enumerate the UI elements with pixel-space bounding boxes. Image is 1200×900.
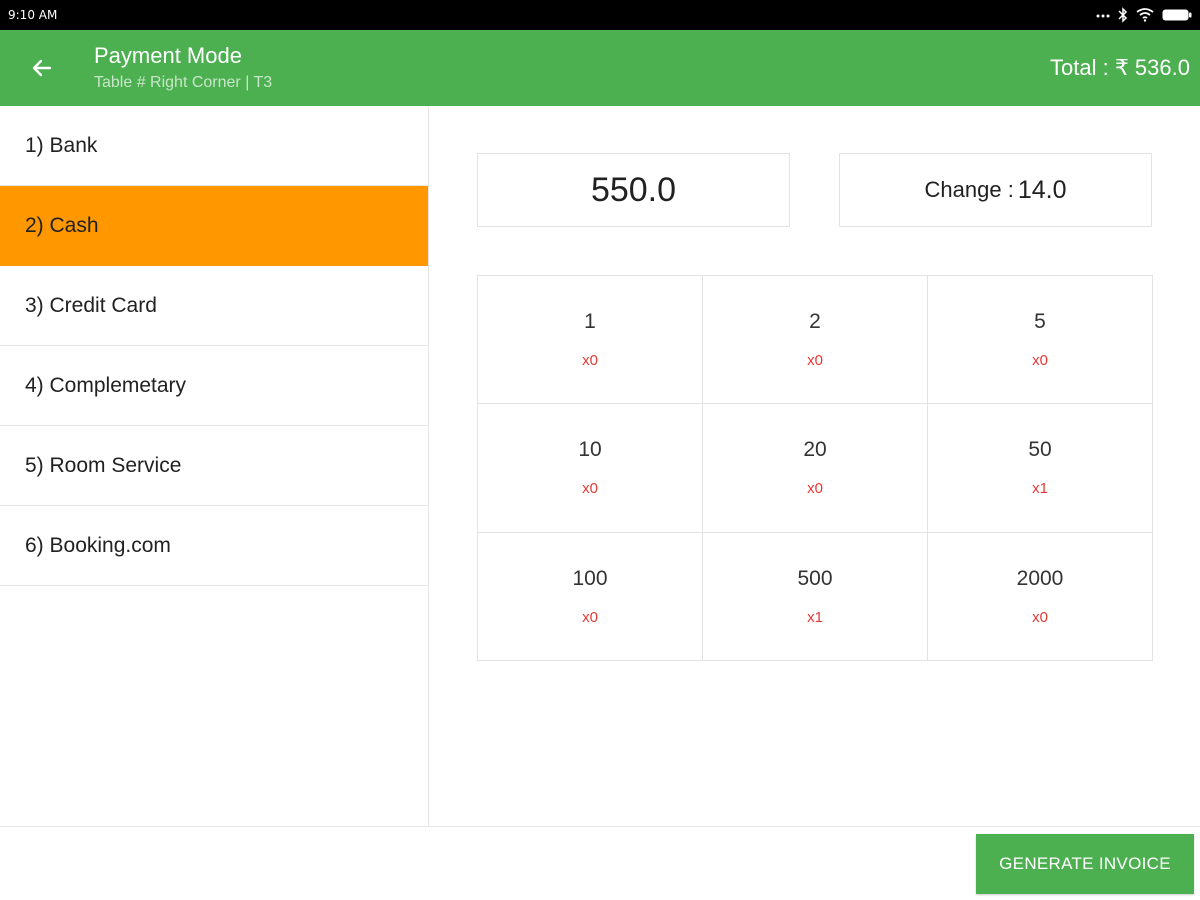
payment-mode-list: 1) Bank 2) Cash 3) Credit Card 4) Comple… [0, 106, 429, 826]
footer-bar: GENERATE INVOICE [0, 826, 1200, 900]
denomination-count: x0 [1032, 608, 1048, 626]
generate-invoice-button[interactable]: GENERATE INVOICE [976, 834, 1194, 894]
denomination-count: x0 [1032, 352, 1048, 370]
app-bar-titles: Payment Mode Table # Right Corner | T3 [94, 43, 272, 94]
denomination-500[interactable]: 500 x1 [703, 532, 928, 661]
tendered-amount-field[interactable]: 550.0 [477, 153, 790, 227]
app-bar: Payment Mode Table # Right Corner | T3 T… [0, 30, 1200, 106]
order-total: Total : ₹ 536.0 [1050, 55, 1190, 80]
denomination-20[interactable]: 20 x0 [703, 404, 928, 533]
denomination-10[interactable]: 10 x0 [478, 404, 703, 533]
page-subtitle: Table # Right Corner | T3 [94, 73, 273, 91]
denomination-count: x0 [582, 608, 598, 626]
denomination-value: 100 [572, 566, 608, 590]
denomination-50[interactable]: 50 x1 [928, 404, 1153, 533]
denomination-value: 500 [797, 566, 833, 590]
denomination-count: x0 [582, 352, 598, 370]
denomination-5[interactable]: 5 x0 [928, 276, 1153, 405]
arrow-left-icon [32, 59, 52, 77]
status-bar: 9:10 AM [0, 0, 1200, 30]
denomination-2[interactable]: 2 x0 [703, 276, 928, 405]
bluetooth-icon [1118, 7, 1128, 23]
change-label: Change : [924, 177, 1014, 202]
denomination-value: 20 [803, 438, 827, 462]
denomination-100[interactable]: 100 x0 [478, 532, 703, 661]
payment-mode-booking-com[interactable]: 6) Booking.com [0, 506, 428, 586]
battery-icon [1162, 9, 1192, 21]
back-button[interactable] [0, 30, 84, 106]
denomination-count: x0 [582, 480, 598, 498]
denomination-count: x0 [807, 480, 823, 498]
page-title: Payment Mode [94, 42, 242, 68]
change-display: Change : 14.0 [839, 153, 1152, 227]
payment-mode-room-service[interactable]: 5) Room Service [0, 426, 428, 506]
cash-panel: 550.0 Change : 14.0 1 x0 2 x0 5 x0 10 x0… [430, 106, 1200, 826]
denomination-value: 2 [809, 310, 821, 334]
denomination-1[interactable]: 1 x0 [478, 276, 703, 405]
denomination-value: 50 [1028, 438, 1052, 462]
denomination-count: x0 [807, 352, 823, 370]
payment-mode-bank[interactable]: 1) Bank [0, 106, 428, 186]
denomination-grid: 1 x0 2 x0 5 x0 10 x0 20 x0 50 x1 100 x0 … [477, 275, 1153, 661]
denomination-value: 10 [578, 438, 602, 462]
denomination-value: 2000 [1016, 566, 1064, 590]
tendered-amount-value: 550.0 [590, 170, 677, 209]
denomination-value: 1 [584, 310, 596, 334]
denomination-count: x1 [1032, 480, 1048, 498]
payment-mode-credit-card[interactable]: 3) Credit Card [0, 266, 428, 346]
more-dots-icon [1096, 14, 1110, 18]
denomination-value: 5 [1034, 310, 1046, 334]
payment-mode-complementary[interactable]: 4) Complemetary [0, 346, 428, 426]
status-icons [1096, 7, 1192, 23]
denomination-2000[interactable]: 2000 x0 [928, 532, 1153, 661]
payment-mode-cash[interactable]: 2) Cash [0, 186, 428, 266]
change-value: 14.0 [1017, 175, 1067, 204]
wifi-icon [1136, 8, 1154, 22]
status-time: 9:10 AM [8, 8, 58, 22]
denomination-count: x1 [807, 608, 823, 626]
